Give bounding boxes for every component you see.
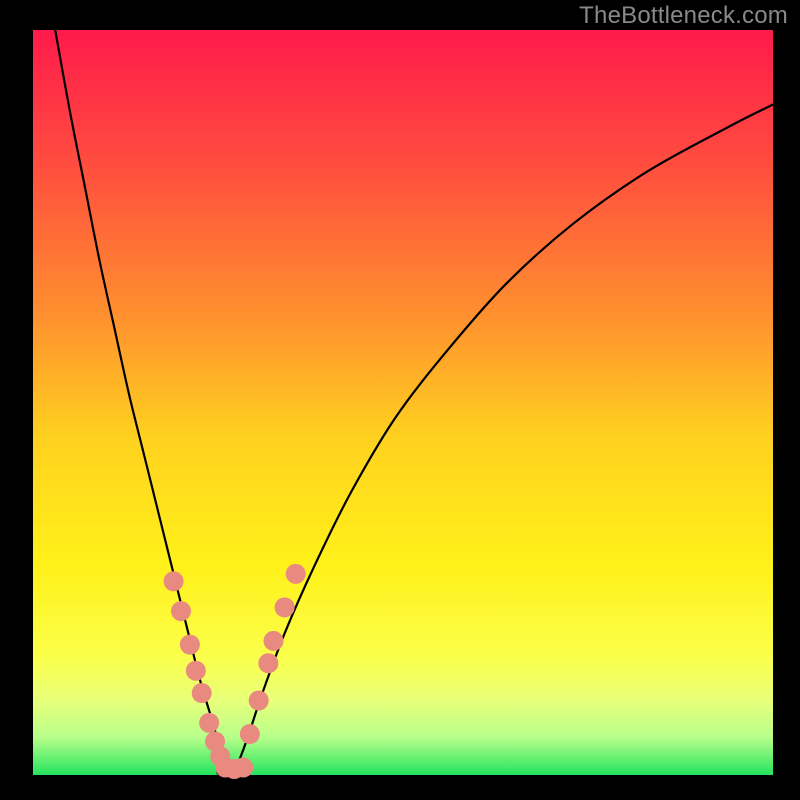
- marker-dot: [192, 683, 212, 703]
- marker-dot: [249, 691, 269, 711]
- chart-svg: [0, 0, 800, 800]
- marker-dot: [233, 758, 253, 778]
- marker-dot: [286, 564, 306, 584]
- marker-dot: [171, 601, 191, 621]
- marker-dot: [199, 713, 219, 733]
- marker-dot: [264, 631, 284, 651]
- marker-dot: [258, 653, 278, 673]
- gradient-background: [33, 30, 773, 775]
- marker-dot: [275, 597, 295, 617]
- marker-dot: [180, 635, 200, 655]
- marker-dot: [240, 724, 260, 744]
- marker-dot: [164, 571, 184, 591]
- marker-dot: [186, 661, 206, 681]
- chart-frame: TheBottleneck.com: [0, 0, 800, 800]
- watermark-text: TheBottleneck.com: [579, 2, 788, 30]
